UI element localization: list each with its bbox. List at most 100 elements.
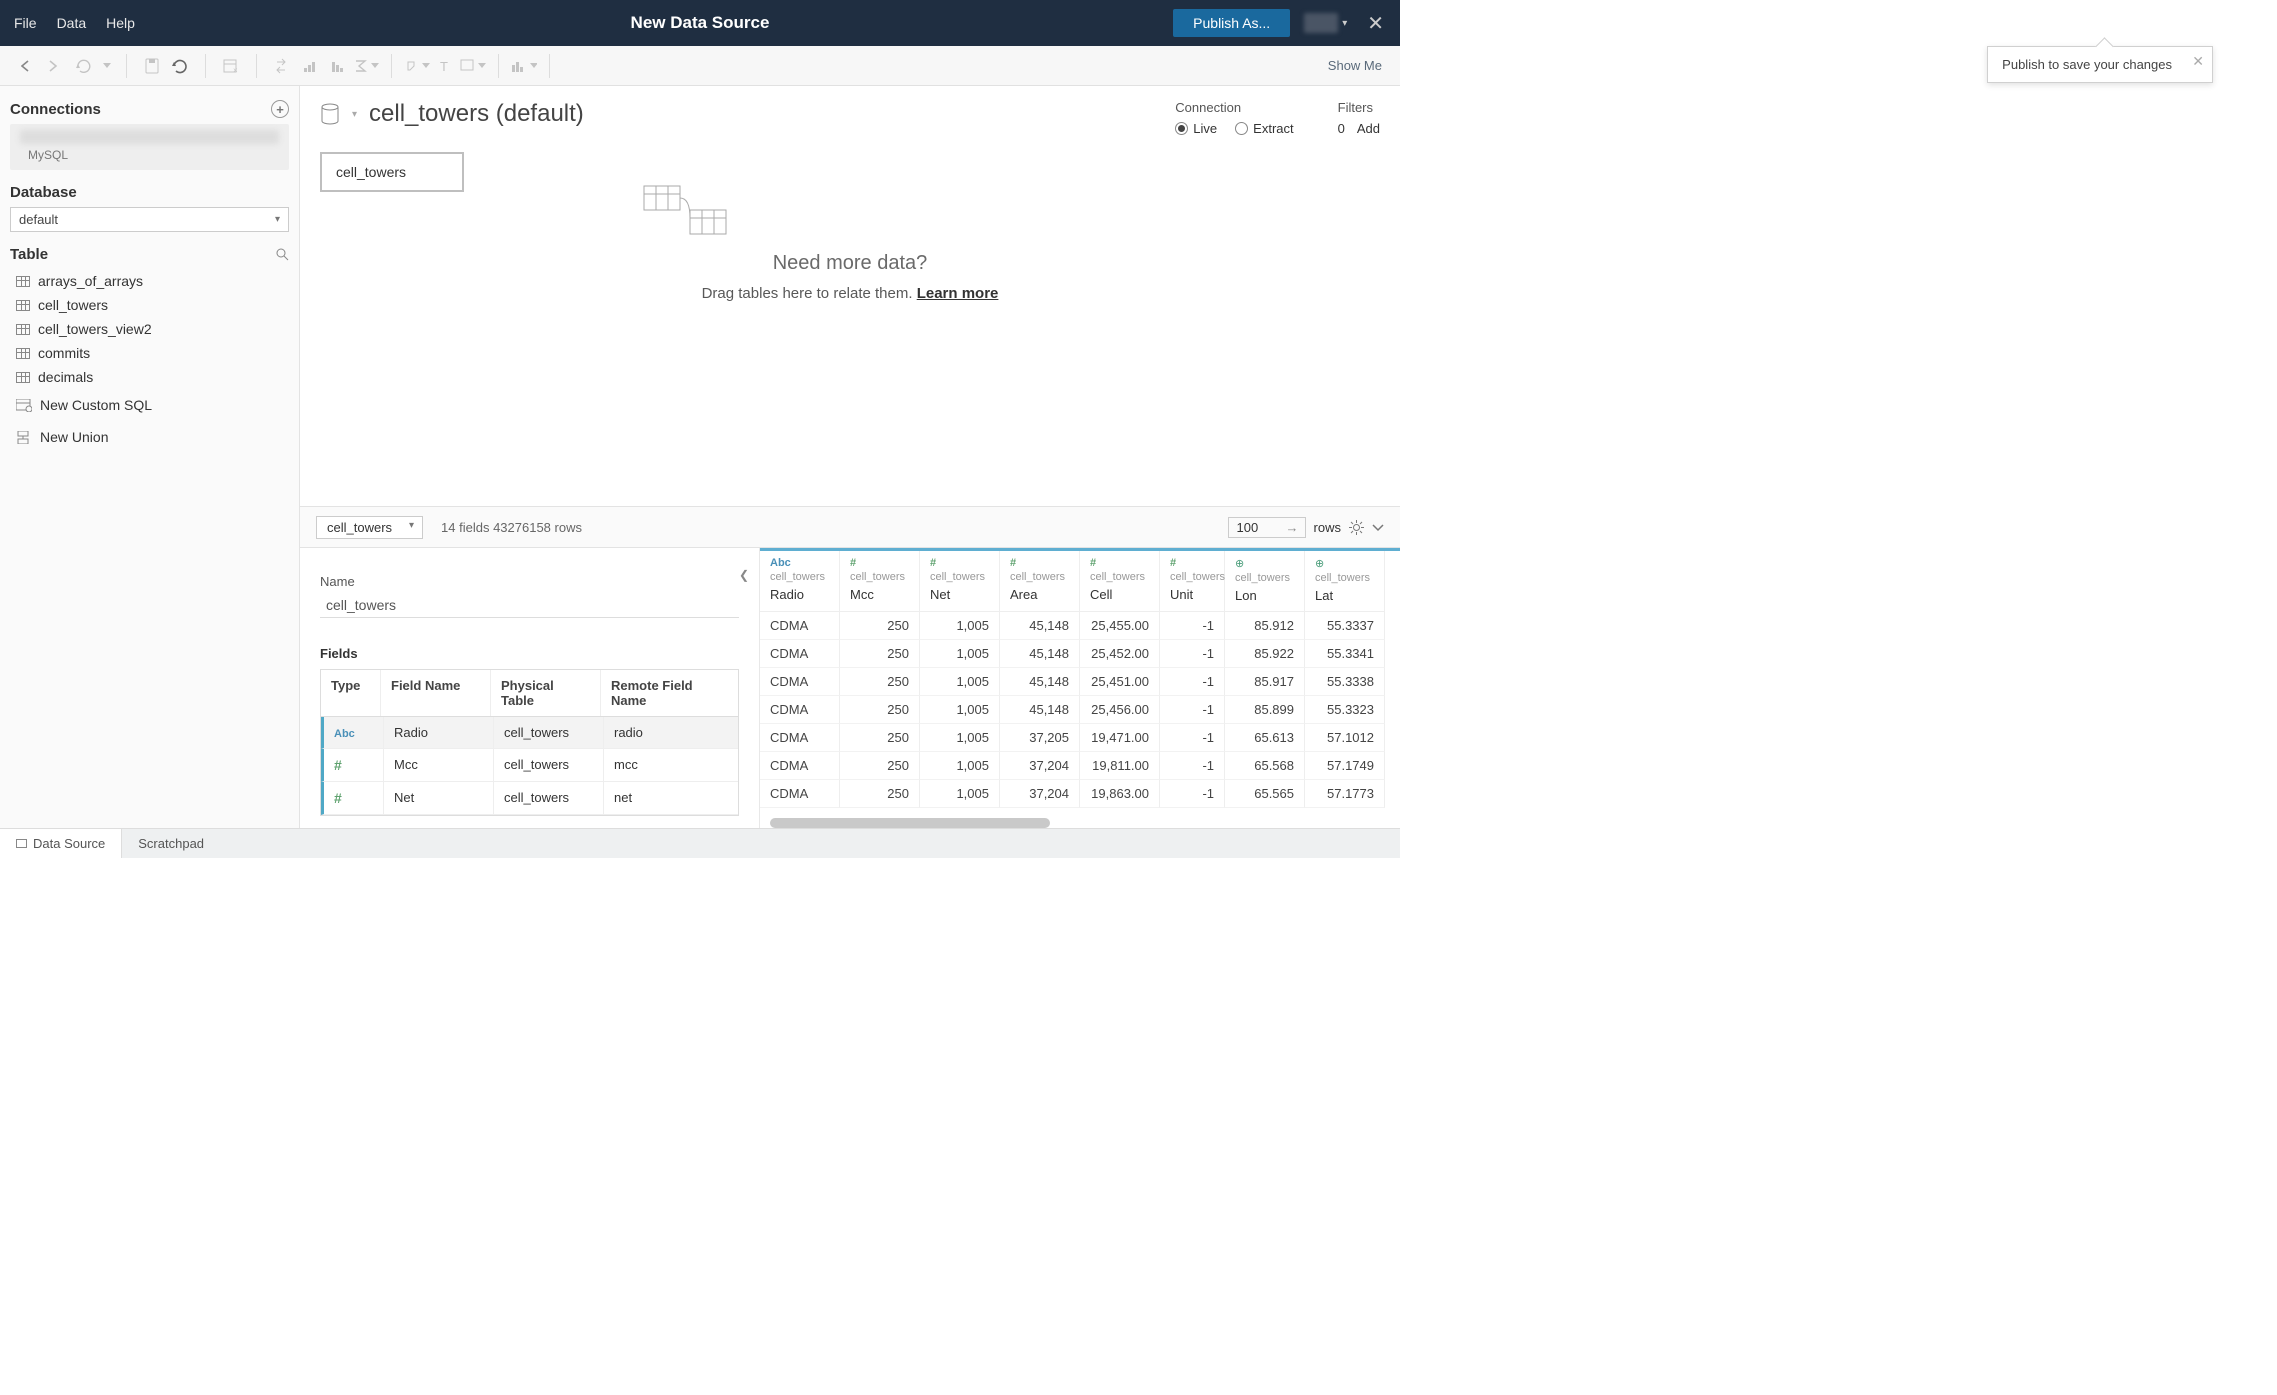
grid-cell[interactable]: 19,811.00	[1080, 752, 1160, 780]
grid-cell[interactable]: 65.613	[1225, 724, 1305, 752]
grid-cell[interactable]: 250	[840, 612, 920, 640]
grid-column-header[interactable]: #cell_towersNet	[920, 551, 1000, 612]
grid-cell[interactable]: 45,148	[1000, 696, 1080, 724]
grid-cell[interactable]: CDMA	[760, 668, 840, 696]
ft-header-physical[interactable]: Physical Table	[491, 670, 601, 716]
grid-cell[interactable]: 65.568	[1225, 752, 1305, 780]
grid-cell[interactable]: 55.3337	[1305, 612, 1385, 640]
grid-cell[interactable]: 55.3323	[1305, 696, 1385, 724]
sidebar-table-item[interactable]: arrays_of_arrays	[10, 269, 289, 293]
horizontal-scrollbar[interactable]	[770, 818, 1400, 828]
expand-icon[interactable]	[1372, 521, 1384, 533]
radio-extract[interactable]: Extract	[1235, 121, 1293, 136]
grid-cell[interactable]: 1,005	[920, 696, 1000, 724]
grid-cell[interactable]: CDMA	[760, 640, 840, 668]
grid-column-header[interactable]: #cell_towersUnit	[1160, 551, 1225, 612]
grid-cell[interactable]: 57.1773	[1305, 780, 1385, 808]
grid-cell[interactable]: -1	[1160, 640, 1225, 668]
close-icon[interactable]: ✕	[1361, 11, 1390, 36]
tab-data-source[interactable]: Data Source	[0, 829, 122, 858]
grid-cell[interactable]: 250	[840, 780, 920, 808]
grid-cell[interactable]: 45,148	[1000, 640, 1080, 668]
grid-cell[interactable]: 65.565	[1225, 780, 1305, 808]
back-icon[interactable]	[16, 53, 42, 79]
publish-as-button[interactable]: Publish As...	[1173, 9, 1290, 37]
database-select[interactable]: default ▾	[10, 207, 289, 232]
sidebar-table-item[interactable]: decimals	[10, 365, 289, 389]
menu-file[interactable]: File	[4, 0, 47, 46]
gear-icon[interactable]	[1349, 520, 1364, 535]
grid-cell[interactable]: 85.912	[1225, 612, 1305, 640]
grid-cell[interactable]: 1,005	[920, 752, 1000, 780]
grid-cell[interactable]: 250	[840, 640, 920, 668]
grid-cell[interactable]: 1,005	[920, 612, 1000, 640]
new-custom-sql-item[interactable]: New Custom SQL	[10, 389, 289, 421]
grid-cell[interactable]: -1	[1160, 752, 1225, 780]
fields-table-row[interactable]: AbcRadiocell_towersradio	[321, 717, 738, 749]
grid-column-header[interactable]: #cell_towersCell	[1080, 551, 1160, 612]
grid-cell[interactable]: 25,451.00	[1080, 668, 1160, 696]
grid-cell[interactable]: 19,863.00	[1080, 780, 1160, 808]
grid-cell[interactable]: -1	[1160, 668, 1225, 696]
refresh-icon[interactable]	[167, 53, 193, 79]
grid-cell[interactable]: -1	[1160, 780, 1225, 808]
ft-header-remote[interactable]: Remote Field Name	[601, 670, 738, 716]
grid-column-header[interactable]: ⊕cell_towersLat	[1305, 551, 1385, 612]
data-preview-grid[interactable]: Abccell_towersRadio#cell_towersMcc#cell_…	[760, 548, 1400, 828]
user-menu-caret[interactable]: ▾	[1342, 18, 1347, 29]
grid-cell[interactable]: 85.917	[1225, 668, 1305, 696]
chevron-down-icon[interactable]: ▾	[352, 109, 357, 120]
grid-cell[interactable]: 250	[840, 724, 920, 752]
grid-cell[interactable]: CDMA	[760, 724, 840, 752]
radio-live[interactable]: Live	[1175, 121, 1217, 136]
ft-header-type[interactable]: Type	[321, 670, 381, 716]
fields-table-row[interactable]: #Mcccell_towersmcc	[321, 749, 738, 782]
grid-column-header[interactable]: ⊕cell_towersLon	[1225, 551, 1305, 612]
fields-table-row[interactable]: #Netcell_towersnet	[321, 782, 738, 815]
sidebar-table-item[interactable]: cell_towers	[10, 293, 289, 317]
grid-cell[interactable]: 45,148	[1000, 668, 1080, 696]
new-union-item[interactable]: New Union	[10, 421, 289, 453]
grid-cell[interactable]: 250	[840, 668, 920, 696]
grid-cell[interactable]: -1	[1160, 612, 1225, 640]
grid-cell[interactable]: 1,005	[920, 668, 1000, 696]
menu-data[interactable]: Data	[47, 0, 97, 46]
add-connection-icon[interactable]: +	[271, 100, 289, 118]
grid-cell[interactable]: 250	[840, 752, 920, 780]
grid-cell[interactable]: 1,005	[920, 640, 1000, 668]
search-icon[interactable]	[276, 248, 289, 261]
datasource-name[interactable]: cell_towers (default)	[369, 100, 584, 128]
grid-cell[interactable]: 1,005	[920, 780, 1000, 808]
collapse-metadata-icon[interactable]: ❮	[739, 568, 749, 582]
grid-cell[interactable]: 57.1749	[1305, 752, 1385, 780]
user-avatar[interactable]	[1304, 13, 1338, 33]
grid-cell[interactable]: 25,455.00	[1080, 612, 1160, 640]
preview-table-select[interactable]: cell_towers	[316, 516, 423, 539]
grid-cell[interactable]: 25,456.00	[1080, 696, 1160, 724]
grid-cell[interactable]: 25,452.00	[1080, 640, 1160, 668]
grid-cell[interactable]: CDMA	[760, 612, 840, 640]
tooltip-close-icon[interactable]: ✕	[2192, 53, 2204, 70]
learn-more-link[interactable]: Learn more	[917, 285, 999, 302]
grid-cell[interactable]: -1	[1160, 696, 1225, 724]
grid-cell[interactable]: 37,205	[1000, 724, 1080, 752]
table-chip-cell-towers[interactable]: cell_towers	[320, 152, 464, 192]
grid-cell[interactable]: 1,005	[920, 724, 1000, 752]
rows-limit-input[interactable]: 100	[1228, 517, 1306, 538]
grid-column-header[interactable]: #cell_towersArea	[1000, 551, 1080, 612]
join-canvas[interactable]: cell_towers Need more data? Drag tables …	[300, 142, 1400, 506]
grid-cell[interactable]: CDMA	[760, 696, 840, 724]
name-input[interactable]: cell_towers	[320, 593, 739, 618]
grid-cell[interactable]: 55.3338	[1305, 668, 1385, 696]
grid-cell[interactable]: 45,148	[1000, 612, 1080, 640]
grid-cell[interactable]: 57.1012	[1305, 724, 1385, 752]
grid-cell[interactable]: CDMA	[760, 780, 840, 808]
sidebar-table-item[interactable]: commits	[10, 341, 289, 365]
grid-cell[interactable]: 37,204	[1000, 780, 1080, 808]
sidebar-table-item[interactable]: cell_towers_view2	[10, 317, 289, 341]
menu-help[interactable]: Help	[96, 0, 145, 46]
tab-scratchpad[interactable]: Scratchpad	[122, 829, 220, 858]
grid-cell[interactable]: 85.899	[1225, 696, 1305, 724]
ft-header-field[interactable]: Field Name	[381, 670, 491, 716]
grid-column-header[interactable]: #cell_towersMcc	[840, 551, 920, 612]
